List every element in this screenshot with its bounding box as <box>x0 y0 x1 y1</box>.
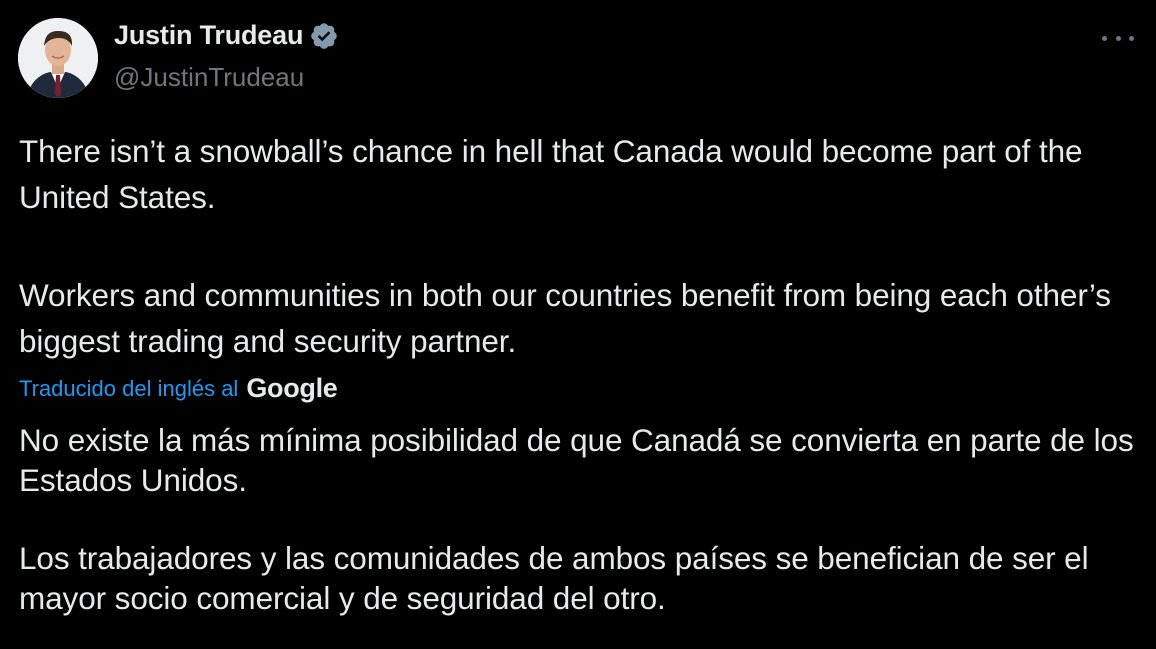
avatar[interactable] <box>18 18 98 98</box>
translation-attribution: Traducido del inglés al Google <box>19 373 338 404</box>
translated-from-link[interactable]: Traducido del inglés al <box>19 376 238 402</box>
translated-text-paragraph-1: No existe la más mínima posibilidad de q… <box>19 422 1134 498</box>
display-name[interactable]: Justin Trudeau <box>114 20 303 51</box>
verified-badge-icon[interactable] <box>309 21 339 51</box>
google-logo: Google <box>246 373 338 403</box>
tweet-text-paragraph-1: There isn’t a snowball’s chance in hell … <box>19 133 1083 215</box>
handle[interactable]: @JustinTrudeau <box>114 62 304 93</box>
tweet-card: Justin Trudeau @JustinTrudeau There isn’… <box>0 0 1156 649</box>
tweet-text-paragraph-2: Workers and communities in both our coun… <box>19 277 1111 359</box>
more-options-icon[interactable] <box>1102 28 1134 48</box>
translated-text-paragraph-2: Los trabajadores y las comunidades de am… <box>19 540 1089 616</box>
author-name-row: Justin Trudeau <box>114 20 339 51</box>
